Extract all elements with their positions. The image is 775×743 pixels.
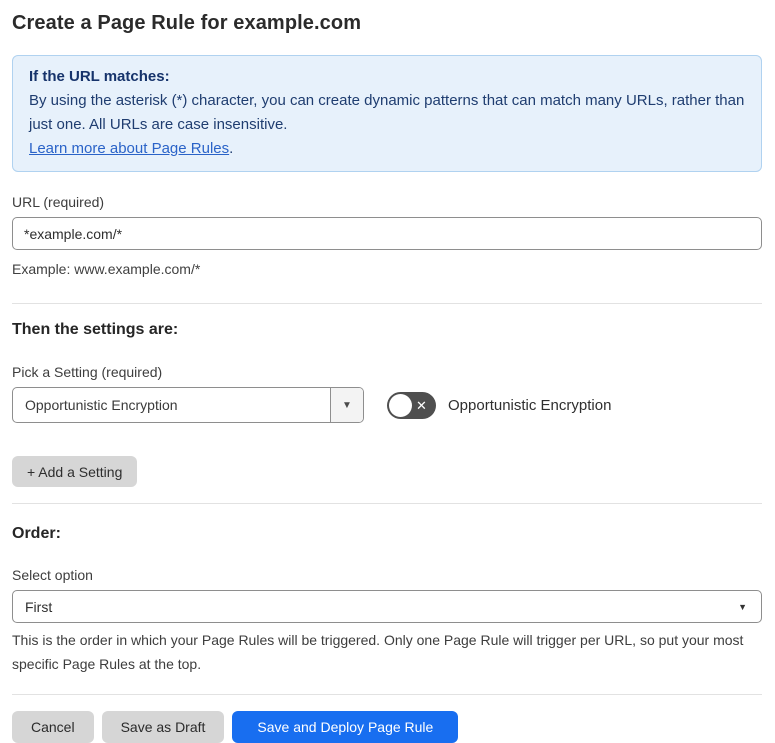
footer-actions: Cancel Save as Draft Save and Deploy Pag…: [12, 711, 762, 743]
setting-dropdown-value: Opportunistic Encryption: [25, 397, 178, 413]
chevron-down-icon: ▼: [738, 601, 747, 612]
page-title: Create a Page Rule for example.com: [12, 12, 362, 34]
order-select[interactable]: First ▼: [12, 590, 762, 623]
url-input[interactable]: [12, 217, 762, 250]
chevron-down-icon: ▼: [342, 399, 352, 411]
link-suffix: .: [229, 140, 234, 157]
save-draft-button[interactable]: Save as Draft: [101, 711, 225, 743]
section-divider: [12, 303, 762, 304]
info-box-body: By using the asterisk (*) character, you…: [29, 92, 745, 133]
add-setting-button[interactable]: + Add a Setting: [12, 456, 138, 487]
order-select-value: First: [25, 598, 53, 615]
info-box-link-line: Learn more about Page Rules.: [29, 137, 745, 161]
section-divider: [12, 503, 762, 504]
opportunistic-encryption-toggle[interactable]: ✕: [387, 391, 436, 419]
setting-row: Opportunistic Encryption ▼ ✕ Opportunist…: [12, 387, 762, 423]
setting-dropdown[interactable]: Opportunistic Encryption ▼: [12, 387, 364, 423]
learn-more-link[interactable]: Learn more about Page Rules: [29, 140, 229, 157]
toggle-label: Opportunistic Encryption: [448, 396, 612, 414]
info-box-heading: If the URL matches:: [29, 68, 170, 85]
page-rule-form: Create a Page Rule for example.com If th…: [0, 0, 775, 743]
x-icon: ✕: [416, 397, 427, 413]
save-deploy-button[interactable]: Save and Deploy Page Rule: [232, 711, 459, 743]
settings-section-heading: Then the settings are:: [12, 321, 179, 338]
url-example-text: Example: www.example.com/*: [12, 261, 201, 277]
toggle-knob: [389, 393, 412, 417]
setting-dropdown-arrow-button[interactable]: ▼: [330, 388, 363, 422]
order-section-heading: Order:: [12, 525, 61, 542]
pick-setting-label: Pick a Setting (required): [12, 364, 163, 380]
url-match-info-box: If the URL matches: By using the asteris…: [12, 55, 762, 172]
footer-divider: [12, 694, 762, 695]
order-select-label: Select option: [12, 567, 93, 583]
url-field-label: URL (required): [12, 194, 105, 210]
order-help-text: This is the order in which your Page Rul…: [12, 632, 744, 672]
cancel-button[interactable]: Cancel: [12, 711, 94, 743]
